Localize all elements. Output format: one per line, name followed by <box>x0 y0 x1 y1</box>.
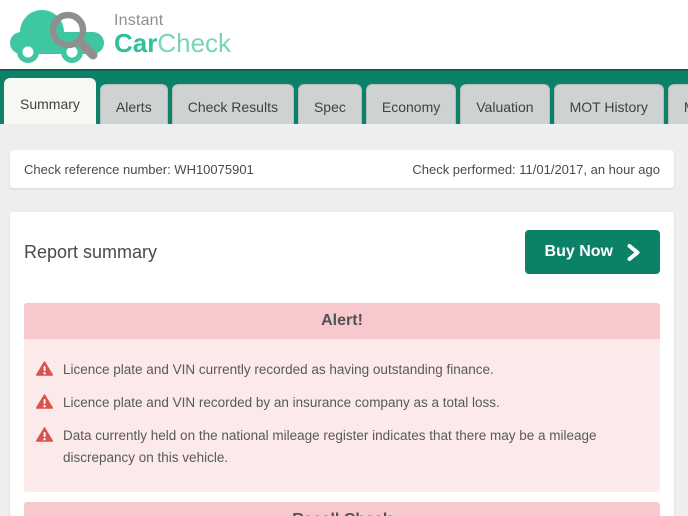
tab-summary[interactable]: Summary <box>4 78 96 124</box>
brand-line1: Instant <box>114 13 231 29</box>
brand-car: Car <box>114 28 157 58</box>
tab-mileage[interactable]: Mileage <box>668 84 688 124</box>
alert-item-text: Licence plate and VIN recorded by an ins… <box>59 392 500 414</box>
brand-wordmark: Instant CarCheck <box>114 13 231 56</box>
alert-item: Licence plate and VIN recorded by an ins… <box>36 392 640 415</box>
brand-check: Check <box>157 28 231 58</box>
tab-valuation[interactable]: Valuation <box>460 84 549 124</box>
warning-triangle-icon <box>36 361 53 382</box>
site-header: Instant CarCheck <box>0 0 688 69</box>
recall-section-title: Recall Check <box>292 511 392 516</box>
tab-economy[interactable]: Economy <box>366 84 456 124</box>
tab-check-results[interactable]: Check Results <box>172 84 294 124</box>
report-summary-card: Report summary Buy Now Alert! Licence pl… <box>10 212 674 516</box>
buy-now-label: Buy Now <box>545 243 613 261</box>
car-magnifier-logo-icon <box>8 6 108 64</box>
chevron-right-icon <box>627 244 640 261</box>
warning-triangle-icon <box>36 427 53 448</box>
check-reference-number: Check reference number: WH10075901 <box>24 162 254 177</box>
tab-spec[interactable]: Spec <box>298 84 362 124</box>
tab-alerts[interactable]: Alerts <box>100 84 168 124</box>
logo: Instant CarCheck <box>8 6 231 64</box>
alert-section-body: Licence plate and VIN currently recorded… <box>24 339 660 492</box>
report-summary-title: Report summary <box>24 242 157 263</box>
recall-section-header: Recall Check <box>24 502 660 516</box>
alert-section-title: Alert! <box>321 312 363 330</box>
report-summary-header: Report summary Buy Now <box>24 230 660 274</box>
tab-bar: Summary Alerts Check Results Spec Econom… <box>0 69 688 124</box>
alert-item: Data currently held on the national mile… <box>36 425 640 468</box>
check-performed-date: Check performed: 11/01/2017, an hour ago <box>412 162 660 177</box>
alert-item-text: Data currently held on the national mile… <box>59 425 640 468</box>
warning-triangle-icon <box>36 394 53 415</box>
alert-item: Licence plate and VIN currently recorded… <box>36 359 640 382</box>
reference-bar: Check reference number: WH10075901 Check… <box>10 150 674 188</box>
alert-item-text: Licence plate and VIN currently recorded… <box>59 359 494 381</box>
page-content: Check reference number: WH10075901 Check… <box>0 124 688 516</box>
alert-section-header: Alert! <box>24 303 660 339</box>
buy-now-button[interactable]: Buy Now <box>525 230 660 274</box>
tab-mot-history[interactable]: MOT History <box>554 84 664 124</box>
